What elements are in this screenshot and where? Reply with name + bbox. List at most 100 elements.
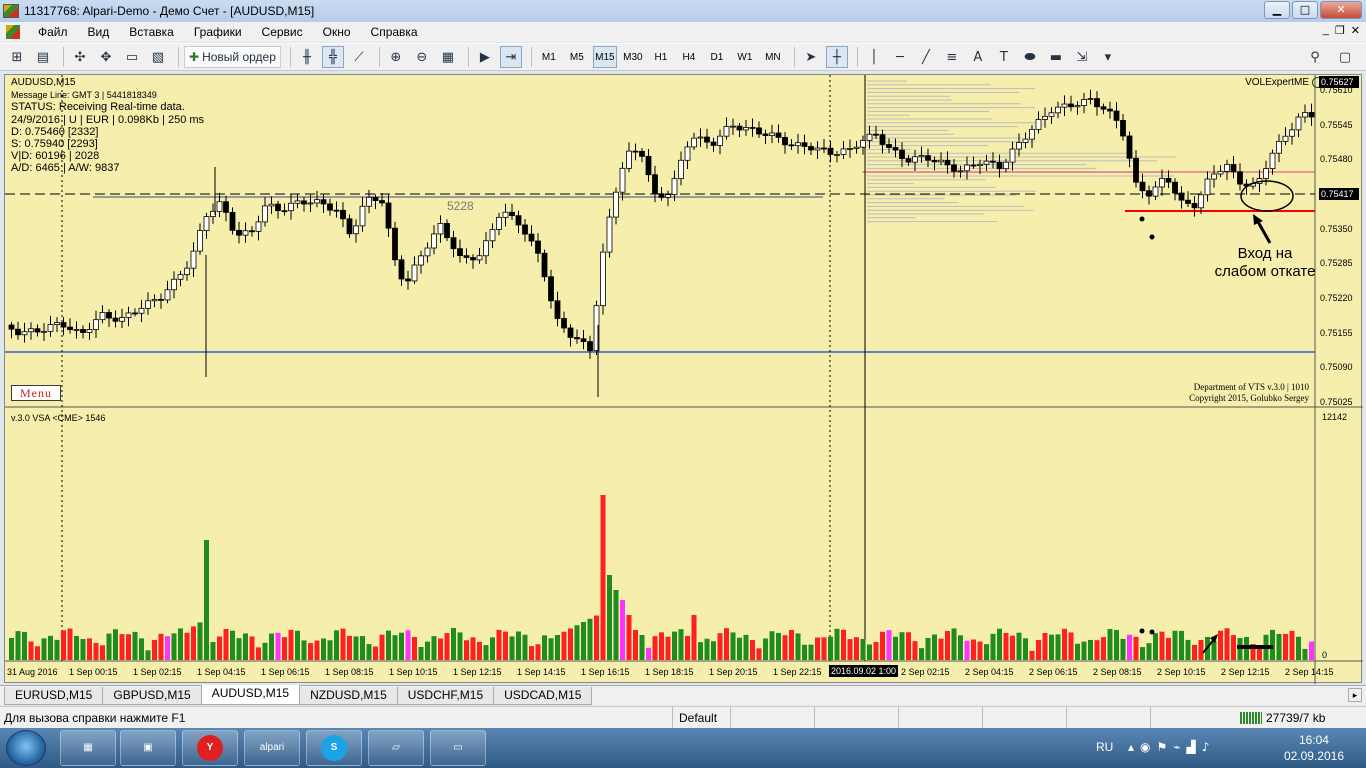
horizontal-line-icon[interactable]: ─ [889, 46, 911, 68]
cursor-icon[interactable]: ➤ [800, 46, 822, 68]
tab-usdcad[interactable]: USDCAD,M15 [493, 687, 593, 705]
indicator-menu-button[interactable]: Menu [11, 385, 61, 401]
shapes-dropdown-icon[interactable]: ▾ [1097, 46, 1119, 68]
price-chart[interactable] [5, 75, 1363, 684]
candle-bull [853, 146, 860, 149]
timeframe-m1[interactable]: M1 [537, 46, 561, 68]
tile-windows-icon[interactable]: ▦ [437, 46, 459, 68]
menu-charts[interactable]: Графики [184, 25, 252, 39]
timeframe-m30[interactable]: M30 [621, 46, 645, 68]
zoom-in-icon[interactable]: ⊕ [385, 46, 407, 68]
arrows-icon[interactable]: ⇲ [1071, 46, 1093, 68]
maximize-button[interactable]: □ [1292, 1, 1318, 19]
price-tick-label: 0.75155 [1320, 327, 1353, 338]
market-watch-icon[interactable]: ✣ [69, 46, 91, 68]
crosshair-icon[interactable]: ┼ [825, 46, 848, 68]
profiles-icon[interactable]: ▤ [32, 46, 54, 68]
tab-eurusd[interactable]: EURUSD,M15 [4, 687, 104, 705]
strategy-tester-icon[interactable]: ▧ [147, 46, 169, 68]
new-order-button[interactable]: ✚ Новый ордер [184, 46, 281, 68]
annotation-line: Вход на [1237, 245, 1293, 262]
tab-usdchf[interactable]: USDCHF,M15 [396, 687, 495, 705]
tab-scroll-icon[interactable]: ▸ [1348, 688, 1362, 702]
candle-bull [1035, 119, 1042, 130]
menu-view[interactable]: Вид [78, 25, 120, 39]
timeframe-m5[interactable]: M5 [565, 46, 589, 68]
time-tick-label: 2 Sep 12:15 [1221, 667, 1270, 677]
volume-bar [418, 647, 424, 660]
tab-nzdusd[interactable]: NZDUSD,M15 [299, 687, 398, 705]
volume-bar [984, 644, 989, 660]
clock[interactable]: 16:04 02.09.2016 [1284, 732, 1344, 764]
timeframe-h1[interactable]: H1 [649, 46, 673, 68]
menu-help[interactable]: Справка [361, 25, 428, 39]
menu-tools[interactable]: Сервис [252, 25, 313, 39]
alpari-app-button[interactable]: alpari [244, 730, 300, 766]
volume-bar [906, 632, 911, 660]
menu-window[interactable]: Окно [313, 25, 361, 39]
tray-network-icon[interactable]: ▟ [1187, 740, 1196, 756]
new-chart-icon[interactable]: ⊞ [6, 46, 28, 68]
minimize-button[interactable]: ▁ [1264, 1, 1290, 19]
tray-app-icon[interactable]: ◉ [1140, 740, 1150, 756]
tray-flag-icon[interactable]: ⚑ [1157, 740, 1168, 756]
search-icon[interactable]: ⚲ [1304, 46, 1326, 68]
volume-bar [893, 636, 898, 660]
close-button[interactable]: ✕ [1320, 1, 1362, 19]
trendline-icon[interactable]: ╱ [915, 46, 937, 68]
text-icon[interactable]: A [967, 46, 989, 68]
timeframe-m15[interactable]: M15 [592, 46, 617, 68]
chart-shift-icon[interactable]: ⇥ [499, 46, 522, 68]
price-line-label: 0.75417 [1319, 188, 1359, 200]
text-label-icon[interactable]: T [993, 46, 1015, 68]
tray-usb-icon[interactable]: ⌁ [1173, 740, 1180, 756]
menu-file[interactable]: Файл [28, 25, 78, 39]
volume-bar [873, 641, 879, 660]
bar-chart-icon[interactable]: ╫ [296, 46, 318, 68]
channel-icon[interactable]: ≡ [941, 46, 963, 68]
volume-bar [80, 639, 86, 660]
copyright: Department of VTS v.3.0 | 1010 Copyright… [1189, 382, 1309, 404]
chart-window[interactable]: AUDUSD,M15 Message Line: GMT 3 | 5441818… [4, 74, 1363, 684]
vertical-line-icon[interactable]: │ [863, 46, 885, 68]
tab-gbpusd[interactable]: GBPUSD,M15 [102, 687, 202, 705]
mdi-close-icon[interactable]: ✕ [1351, 24, 1360, 37]
zoom-out-icon[interactable]: ⊖ [411, 46, 433, 68]
status-cells [730, 707, 1234, 729]
candle-bull [1204, 178, 1211, 196]
candle-bull [294, 200, 301, 204]
language-indicator[interactable]: RU [1096, 740, 1113, 754]
skype-app-icon[interactable]: S [306, 730, 362, 766]
line-chart-icon[interactable]: ⟋ [348, 46, 370, 68]
timeframe-d1[interactable]: D1 [705, 46, 729, 68]
connection-status[interactable]: 27739/7 kb [1240, 711, 1325, 725]
tray-volume-icon[interactable]: ♪ [1202, 740, 1210, 756]
timeframe-w1[interactable]: W1 [733, 46, 757, 68]
terminal-icon[interactable]: ▭ [121, 46, 143, 68]
ellipse-icon[interactable]: ⬬ [1019, 46, 1041, 68]
tray-icons[interactable]: ▴ ◉ ⚑ ⌁ ▟ ♪ [1128, 740, 1258, 756]
start-button[interactable] [6, 730, 46, 766]
autoscroll-icon[interactable]: ▶ [474, 46, 496, 68]
notes-app-icon[interactable]: ▱ [368, 730, 424, 766]
yandex-browser-icon[interactable]: Y [182, 730, 238, 766]
candle-bull [268, 203, 275, 207]
menu-insert[interactable]: Вставка [119, 25, 184, 39]
explorer-app-icon[interactable]: ▭ [430, 730, 486, 766]
candlestick-icon[interactable]: ╬ [321, 46, 344, 68]
tab-audusd[interactable]: AUDUSD,M15 [200, 685, 301, 705]
tray-arrow-icon[interactable]: ▴ [1128, 740, 1134, 756]
status-cell [1066, 707, 1150, 729]
computer-app-icon[interactable]: ▣ [120, 730, 176, 766]
mdi-restore-icon[interactable]: ❐ [1335, 24, 1345, 37]
volume-bar [321, 638, 326, 660]
chat-icon[interactable]: ▢ [1334, 46, 1356, 68]
mdi-minimize-icon[interactable]: _ [1323, 24, 1329, 37]
volume-bar [41, 638, 47, 660]
calculator-app-icon[interactable]: ▦ [60, 730, 116, 766]
timeframe-mn[interactable]: MN [761, 46, 785, 68]
navigator-icon[interactable]: ✥ [95, 46, 117, 68]
timeframe-h4[interactable]: H4 [677, 46, 701, 68]
candle-bull [86, 329, 93, 333]
rectangle-icon[interactable]: ▬ [1045, 46, 1067, 68]
